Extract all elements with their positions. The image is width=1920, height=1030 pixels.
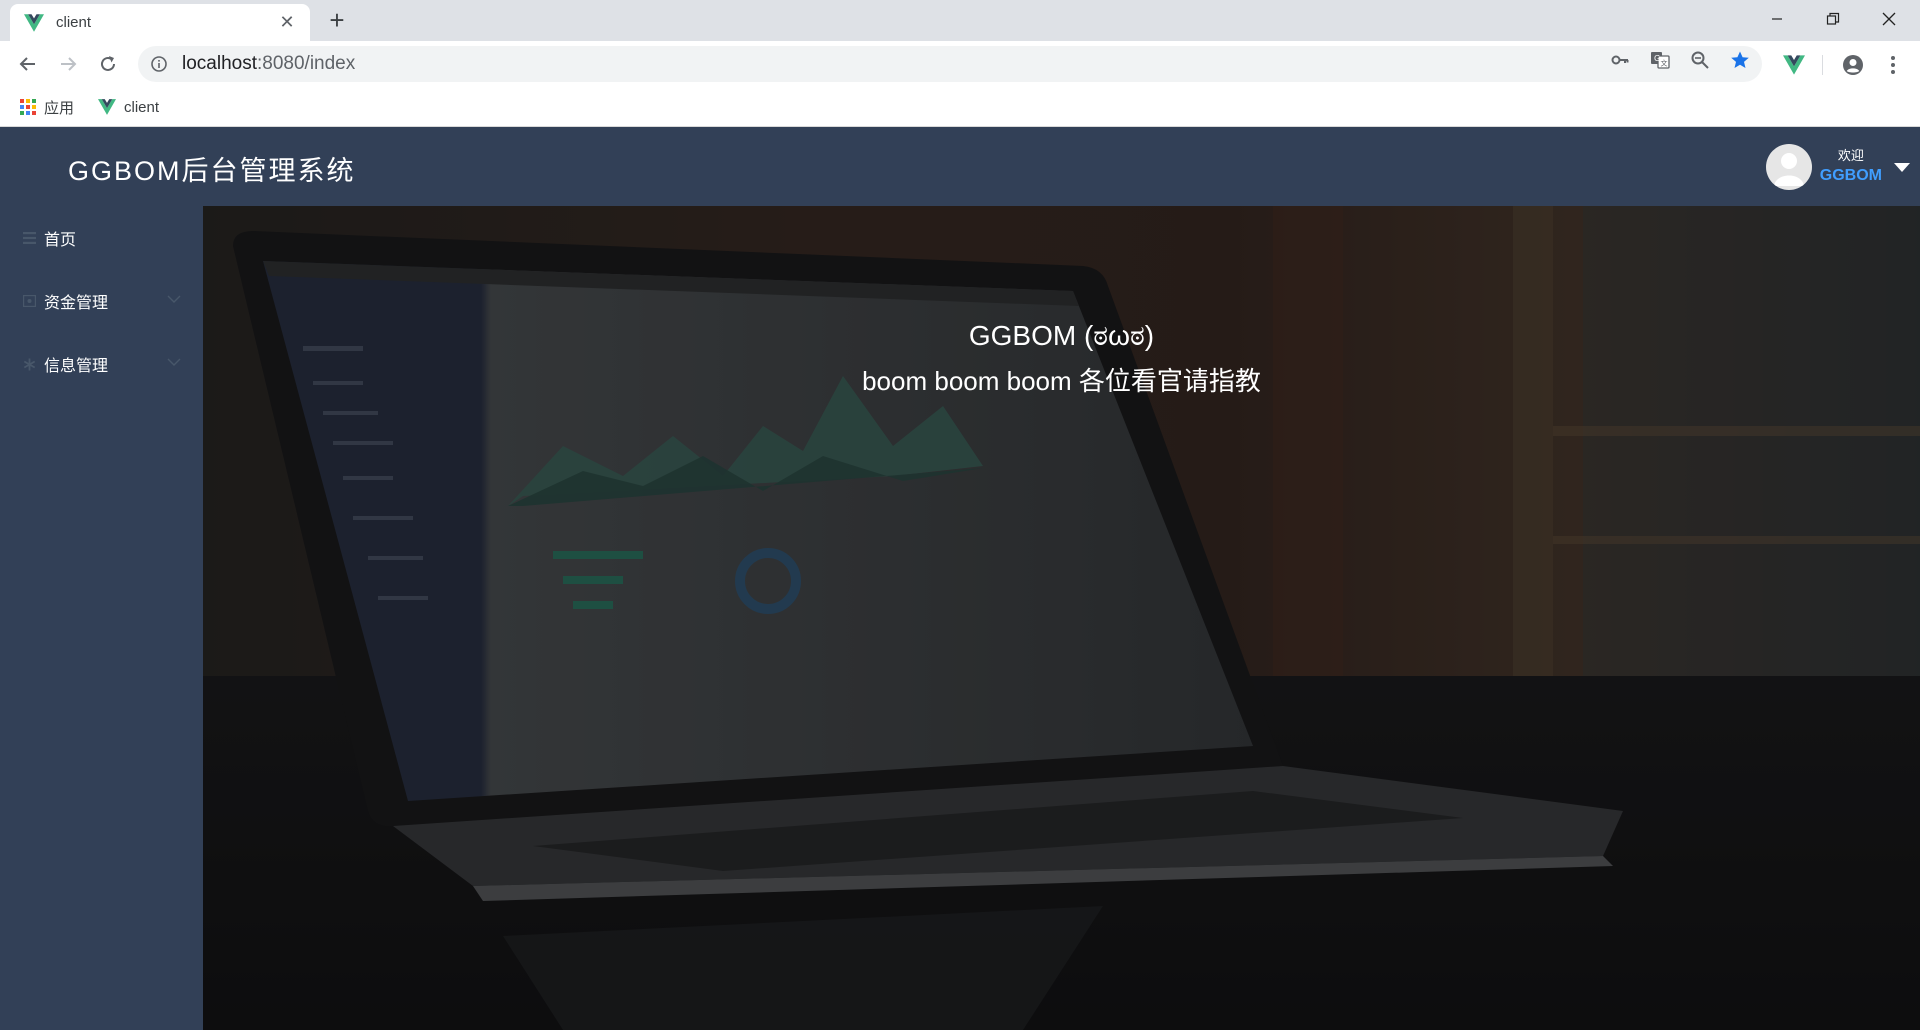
asterisk-icon bbox=[22, 357, 36, 371]
browser-toolbar: localhost:8080/index G文 bbox=[0, 41, 1920, 87]
back-button[interactable] bbox=[13, 49, 43, 79]
sidebar-item-label: 资金管理 bbox=[44, 295, 109, 312]
bookmark-apps[interactable]: 应用 bbox=[20, 95, 74, 119]
apps-grid-icon bbox=[20, 99, 36, 115]
key-icon bbox=[1611, 55, 1629, 65]
username: GGBOM bbox=[1819, 167, 1882, 184]
menu-icon bbox=[22, 231, 36, 245]
sidebar-item-label: 首页 bbox=[44, 232, 77, 249]
url-text[interactable]: localhost:8080/index bbox=[182, 53, 355, 75]
hero-text: GGBOM (ಠωಠ) boom boom boom 各位看官请指教 bbox=[203, 314, 1920, 404]
bookmark-star-button[interactable] bbox=[1730, 50, 1750, 70]
info-icon[interactable] bbox=[150, 55, 168, 73]
sidebar-item-home[interactable]: 首页 bbox=[0, 210, 203, 266]
default-avatar-icon bbox=[1773, 153, 1804, 186]
sidebar: 首页 资金管理 信息管理 bbox=[0, 206, 203, 1030]
minimize-button[interactable] bbox=[1754, 0, 1800, 38]
bookmarks-bar: 应用 client bbox=[0, 87, 1920, 127]
new-tab-button[interactable]: + bbox=[322, 6, 352, 36]
avatar[interactable] bbox=[1765, 144, 1812, 190]
close-window-button[interactable] bbox=[1866, 0, 1912, 38]
minimize-icon bbox=[1772, 18, 1782, 20]
bookmark-label: 应用 bbox=[44, 99, 75, 117]
star-icon bbox=[1731, 51, 1749, 68]
svg-text:文: 文 bbox=[1661, 59, 1668, 68]
document-icon bbox=[22, 294, 36, 308]
vue-logo-icon bbox=[98, 99, 116, 115]
chevron-down-icon bbox=[167, 295, 181, 303]
tab-title: client bbox=[56, 14, 92, 31]
restore-icon bbox=[1826, 12, 1840, 25]
sidebar-item-info[interactable]: 信息管理 bbox=[0, 336, 203, 392]
zoom-button[interactable] bbox=[1690, 50, 1710, 70]
forward-button[interactable] bbox=[53, 49, 83, 79]
browser-tab-strip: client ✕ + bbox=[0, 0, 1920, 41]
translate-icon: G文 bbox=[1651, 52, 1670, 69]
user-menu[interactable]: 欢迎 GGBOM bbox=[1765, 144, 1910, 190]
account-circle-icon bbox=[1843, 55, 1863, 75]
main-content: GGBOM (ಠωಠ) boom boom boom 各位看官请指教 bbox=[203, 206, 1920, 1030]
sidebar-item-funds[interactable]: 资金管理 bbox=[0, 273, 203, 329]
password-key-button[interactable] bbox=[1610, 50, 1630, 70]
arrow-left-icon bbox=[19, 57, 35, 71]
bookmark-label: client bbox=[124, 98, 160, 116]
welcome-block: 欢迎 GGBOM bbox=[1820, 147, 1882, 187]
translate-button[interactable]: G文 bbox=[1650, 50, 1670, 70]
profile-button[interactable] bbox=[1842, 54, 1864, 76]
url-host: localhost bbox=[182, 53, 257, 74]
arrow-right-icon bbox=[61, 57, 77, 71]
tab-close-icon[interactable]: ✕ bbox=[276, 12, 298, 33]
app-header: GGBOM后台管理系统 欢迎 GGBOM bbox=[0, 127, 1920, 206]
reload-button[interactable] bbox=[93, 49, 123, 79]
close-icon bbox=[1882, 12, 1896, 26]
restore-button[interactable] bbox=[1810, 0, 1856, 38]
bookmark-client[interactable]: client bbox=[98, 95, 159, 119]
welcome-label: 欢迎 bbox=[1837, 148, 1864, 163]
address-bar[interactable]: localhost:8080/index bbox=[138, 46, 1762, 82]
toolbar-divider bbox=[1822, 55, 1823, 75]
url-path: :8080/index bbox=[257, 53, 356, 74]
hero-subtitle: boom boom boom 各位看官请指教 bbox=[862, 366, 1261, 396]
caret-down-icon[interactable] bbox=[1894, 162, 1910, 172]
svg-text:G: G bbox=[1654, 54, 1660, 63]
browser-menu-button[interactable] bbox=[1882, 54, 1904, 76]
reload-icon bbox=[101, 56, 115, 71]
zoom-out-icon bbox=[1691, 51, 1709, 69]
sidebar-item-label: 信息管理 bbox=[44, 358, 109, 375]
vue-extension-icon bbox=[1783, 55, 1805, 75]
more-vertical-icon bbox=[1891, 56, 1895, 74]
vue-logo-icon bbox=[24, 13, 44, 32]
vue-devtools-extension[interactable] bbox=[1783, 54, 1805, 76]
browser-tab[interactable]: client ✕ bbox=[10, 4, 310, 41]
hero-title: GGBOM (ಠωಠ) bbox=[968, 320, 1155, 351]
app-title: GGBOM后台管理系统 bbox=[68, 156, 356, 186]
chevron-down-icon bbox=[167, 358, 181, 366]
